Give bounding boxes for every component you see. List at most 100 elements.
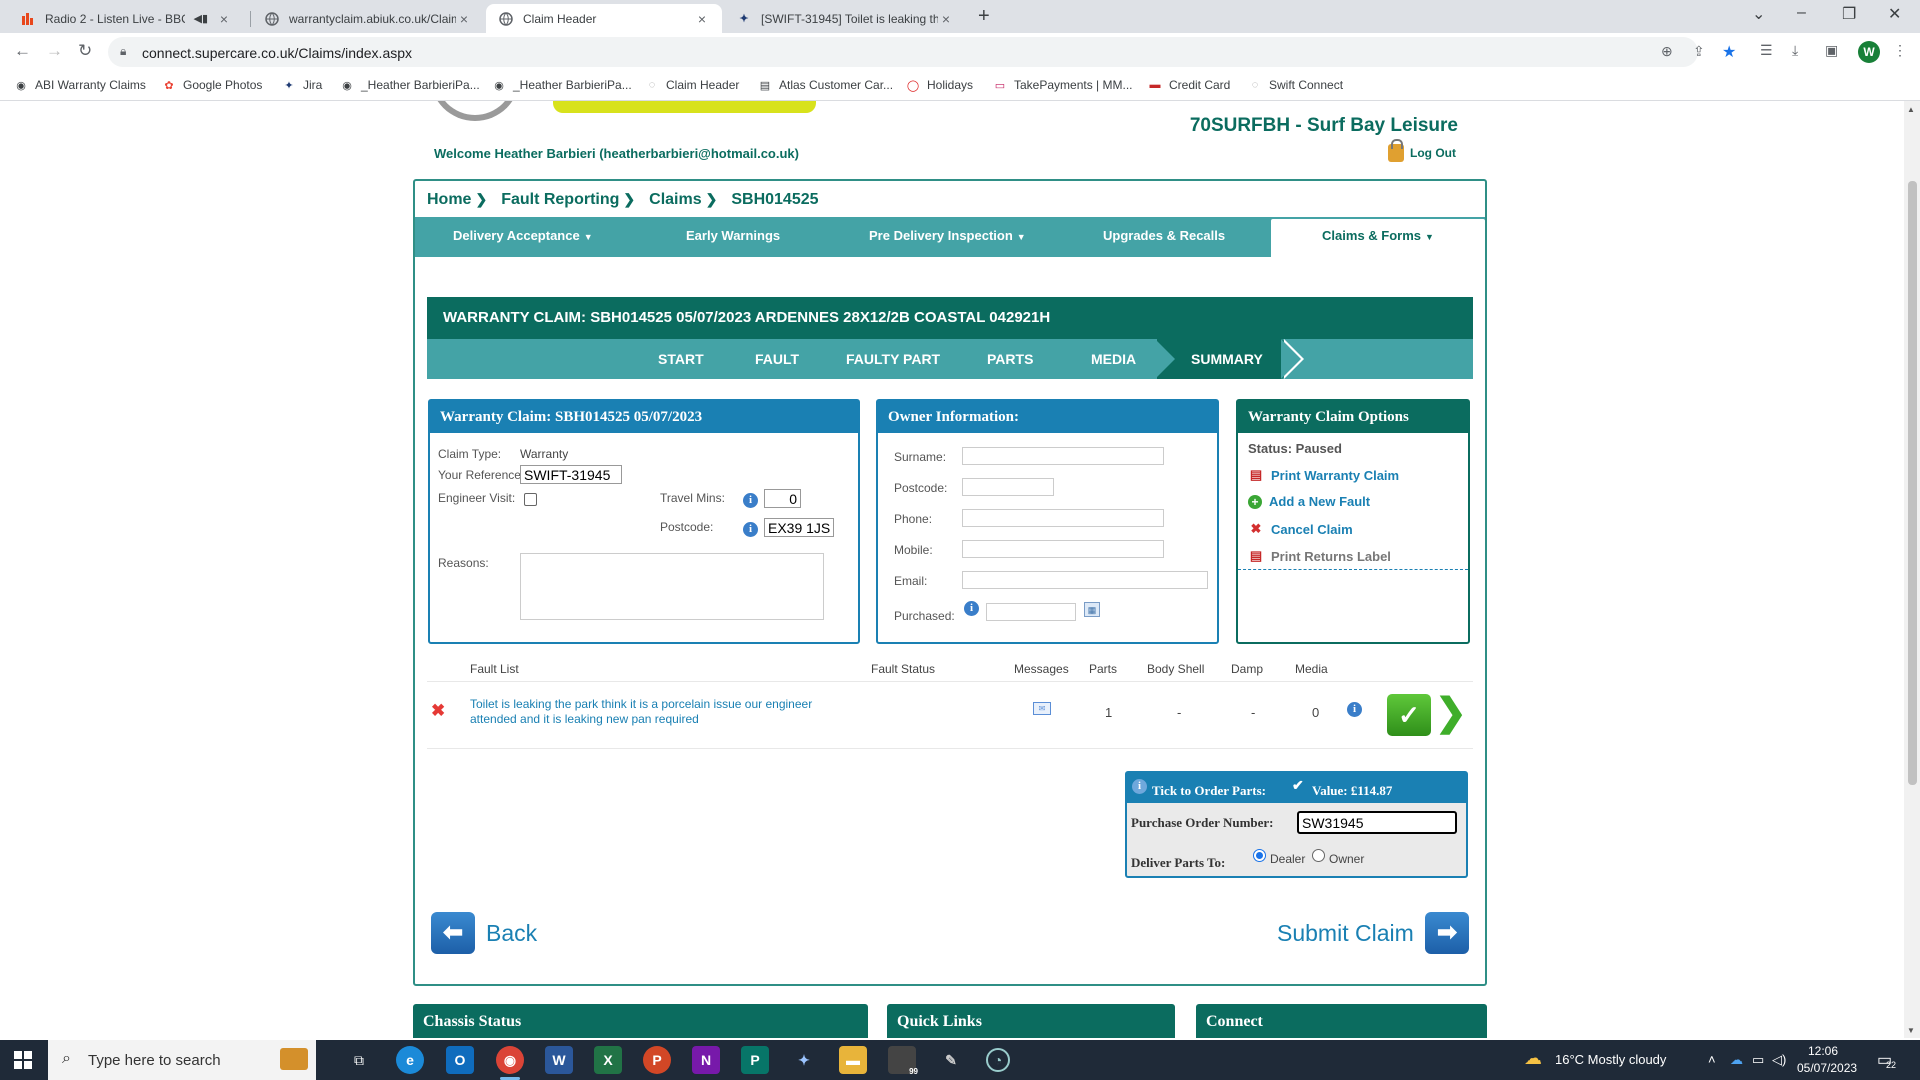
mobile-input[interactable]	[962, 540, 1164, 558]
travel-mins-input[interactable]	[764, 489, 801, 508]
scrollbar-thumb[interactable]	[1908, 181, 1917, 785]
radio-owner[interactable]	[1312, 849, 1325, 862]
phone-input[interactable]	[962, 509, 1164, 527]
close-tab-icon[interactable]: ×	[938, 11, 954, 27]
profile-avatar[interactable]: W	[1858, 41, 1880, 63]
add-fault-link[interactable]: + Add a New Fault	[1248, 494, 1370, 509]
clock-time[interactable]: 12:06	[1808, 1044, 1838, 1058]
bookmark-item[interactable]: ▬ Credit Card	[1148, 78, 1231, 92]
engineer-postcode-input[interactable]	[764, 518, 834, 537]
weather-icon[interactable]: ☁	[1524, 1048, 1542, 1069]
edge-icon[interactable]: e	[396, 1046, 424, 1074]
email-input[interactable]	[962, 571, 1208, 589]
nav-early-warnings[interactable]: Early Warnings	[686, 228, 780, 243]
logout-link[interactable]: Log Out	[1388, 139, 1456, 162]
reasons-textarea[interactable]	[520, 553, 824, 620]
step-faulty-part[interactable]: FAULTY PART	[846, 351, 940, 367]
order-parts-checkbox[interactable]: ✔	[1292, 778, 1304, 795]
weather-text[interactable]: 16°C Mostly cloudy	[1555, 1052, 1666, 1067]
tab-radio2[interactable]: Radio 2 - Listen Live - BBC So ◀▮ ×	[8, 4, 244, 33]
step-parts[interactable]: PARTS	[987, 351, 1033, 367]
back-arrow-icon[interactable]: ←	[14, 41, 31, 61]
breadcrumb-home[interactable]: Home	[427, 191, 471, 209]
file-explorer-icon[interactable]: ▬	[839, 1046, 867, 1074]
bookmark-item[interactable]: ✦ Jira	[282, 78, 322, 92]
radio-dealer[interactable]	[1253, 849, 1266, 862]
bookmark-star-icon[interactable]: ★	[1722, 42, 1736, 62]
bookmark-item[interactable]: ✿ Google Photos	[162, 78, 262, 92]
network-icon[interactable]: ▭	[1752, 1052, 1764, 1068]
step-fault[interactable]: FAULT	[755, 351, 799, 367]
url-text[interactable]: connect.supercare.co.uk/Claims/index.asp…	[142, 45, 412, 61]
bookmark-item[interactable]: ▤ Atlas Customer Car...	[758, 78, 893, 92]
back-arrow-button[interactable]: ⬅	[431, 912, 475, 954]
nav-delivery-acceptance[interactable]: Delivery Acceptance ▼	[453, 228, 593, 243]
info-icon[interactable]: i	[743, 522, 758, 537]
calendar-icon[interactable]: ▦	[1084, 602, 1100, 617]
fault-description[interactable]: Toilet is leaking the park think it is a…	[470, 697, 812, 727]
download-icon[interactable]: ⤓	[1792, 42, 1798, 59]
submit-claim-button[interactable]: Submit Claim	[1277, 920, 1414, 947]
delete-fault-icon[interactable]: ✖	[431, 701, 445, 721]
powerpoint-icon[interactable]: P	[643, 1046, 671, 1074]
step-media[interactable]: MEDIA	[1091, 351, 1136, 367]
publisher-icon[interactable]: P	[741, 1046, 769, 1074]
word-icon[interactable]: W	[545, 1046, 573, 1074]
nav-claims-forms[interactable]: Claims & Forms ▼	[1271, 219, 1485, 257]
close-window-button[interactable]: ✕	[1888, 4, 1901, 24]
close-tab-icon[interactable]: ×	[456, 11, 472, 27]
step-summary[interactable]: SUMMARY	[1191, 351, 1263, 367]
taskbar-search[interactable]: ⌕ Type here to search	[48, 1040, 316, 1080]
outlook-icon[interactable]: O	[446, 1046, 474, 1074]
volume-icon[interactable]: ◁)	[1772, 1052, 1786, 1068]
po-number-input[interactable]	[1297, 811, 1457, 834]
info-icon[interactable]: i	[743, 493, 758, 508]
app-badge-icon[interactable]: 99	[888, 1046, 918, 1076]
tab-jira-swift[interactable]: ✦ [SWIFT-31945] Toilet is leaking th ×	[724, 4, 966, 33]
submit-arrow-button[interactable]: ➡	[1425, 912, 1469, 954]
bookmark-item[interactable]: ◌ Claim Header	[645, 78, 740, 92]
bookmark-item[interactable]: ◉ ABI Warranty Claims	[14, 78, 146, 92]
minimize-button[interactable]: –	[1797, 4, 1806, 22]
bookmark-item[interactable]: ◉ _Heather BarbieriPa...	[492, 78, 632, 92]
fault-complete-check-icon[interactable]: ✓	[1387, 694, 1431, 736]
close-tab-icon[interactable]: ×	[216, 11, 232, 27]
info-icon[interactable]: i	[1132, 779, 1147, 794]
chevron-up-icon[interactable]: ˄	[1708, 1052, 1716, 1067]
info-icon[interactable]: i	[964, 601, 979, 616]
print-claim-link[interactable]: ▤ Print Warranty Claim	[1248, 467, 1399, 483]
new-tab-button[interactable]: +	[978, 5, 990, 28]
tab-warrantyclaim[interactable]: warrantyclaim.abiuk.co.uk/Claim ×	[252, 4, 484, 33]
reference-input[interactable]	[520, 465, 622, 484]
share-icon[interactable]: ⇪	[1693, 43, 1705, 60]
nav-upgrades-recalls[interactable]: Upgrades & Recalls	[1103, 228, 1225, 243]
tab-search-icon[interactable]: ⌄	[1752, 4, 1765, 24]
lock-icon[interactable]: 🔒︎	[120, 44, 126, 59]
chevron-right-icon[interactable]: ❯	[1435, 690, 1467, 736]
bookmark-item[interactable]: ◉ _Heather BarbieriPa...	[340, 78, 480, 92]
bookmark-item[interactable]: ▭ TakePayments | MM...	[993, 78, 1133, 92]
breadcrumb-fault-reporting[interactable]: Fault Reporting	[501, 191, 619, 209]
surname-input[interactable]	[962, 447, 1164, 465]
purchased-date-input[interactable]	[986, 603, 1076, 621]
menu-kebab-icon[interactable]: ⋮	[1893, 42, 1907, 59]
speaker-icon[interactable]: ◀▮	[193, 12, 208, 25]
breadcrumb-claims[interactable]: Claims	[649, 191, 701, 209]
windows-start-icon[interactable]	[14, 1051, 32, 1069]
chrome-icon[interactable]: ◉	[496, 1046, 524, 1074]
envelope-icon[interactable]: ✉	[1033, 702, 1051, 715]
bookmark-item[interactable]: ◯ Holidays	[906, 78, 973, 92]
owner-postcode-input[interactable]	[962, 478, 1054, 496]
clock-date[interactable]: 05/07/2023	[1797, 1061, 1857, 1075]
scroll-up-icon[interactable]: ▲	[1907, 105, 1915, 114]
info-icon[interactable]: i	[1347, 702, 1362, 717]
back-button[interactable]: Back	[486, 920, 537, 947]
reading-list-icon[interactable]: ☰	[1760, 42, 1773, 59]
print-returns-link[interactable]: ▤ Print Returns Label	[1248, 548, 1391, 564]
nav-pdi[interactable]: Pre Delivery Inspection ▼	[869, 228, 1026, 243]
reload-icon[interactable]: ↻	[78, 41, 92, 61]
step-start[interactable]: START	[658, 351, 704, 367]
forward-arrow-icon[interactable]: →	[46, 41, 63, 61]
omnibox[interactable]: 🔒︎ connect.supercare.co.uk/Claims/index.…	[108, 37, 1705, 67]
scroll-down-icon[interactable]: ▼	[1907, 1026, 1915, 1035]
